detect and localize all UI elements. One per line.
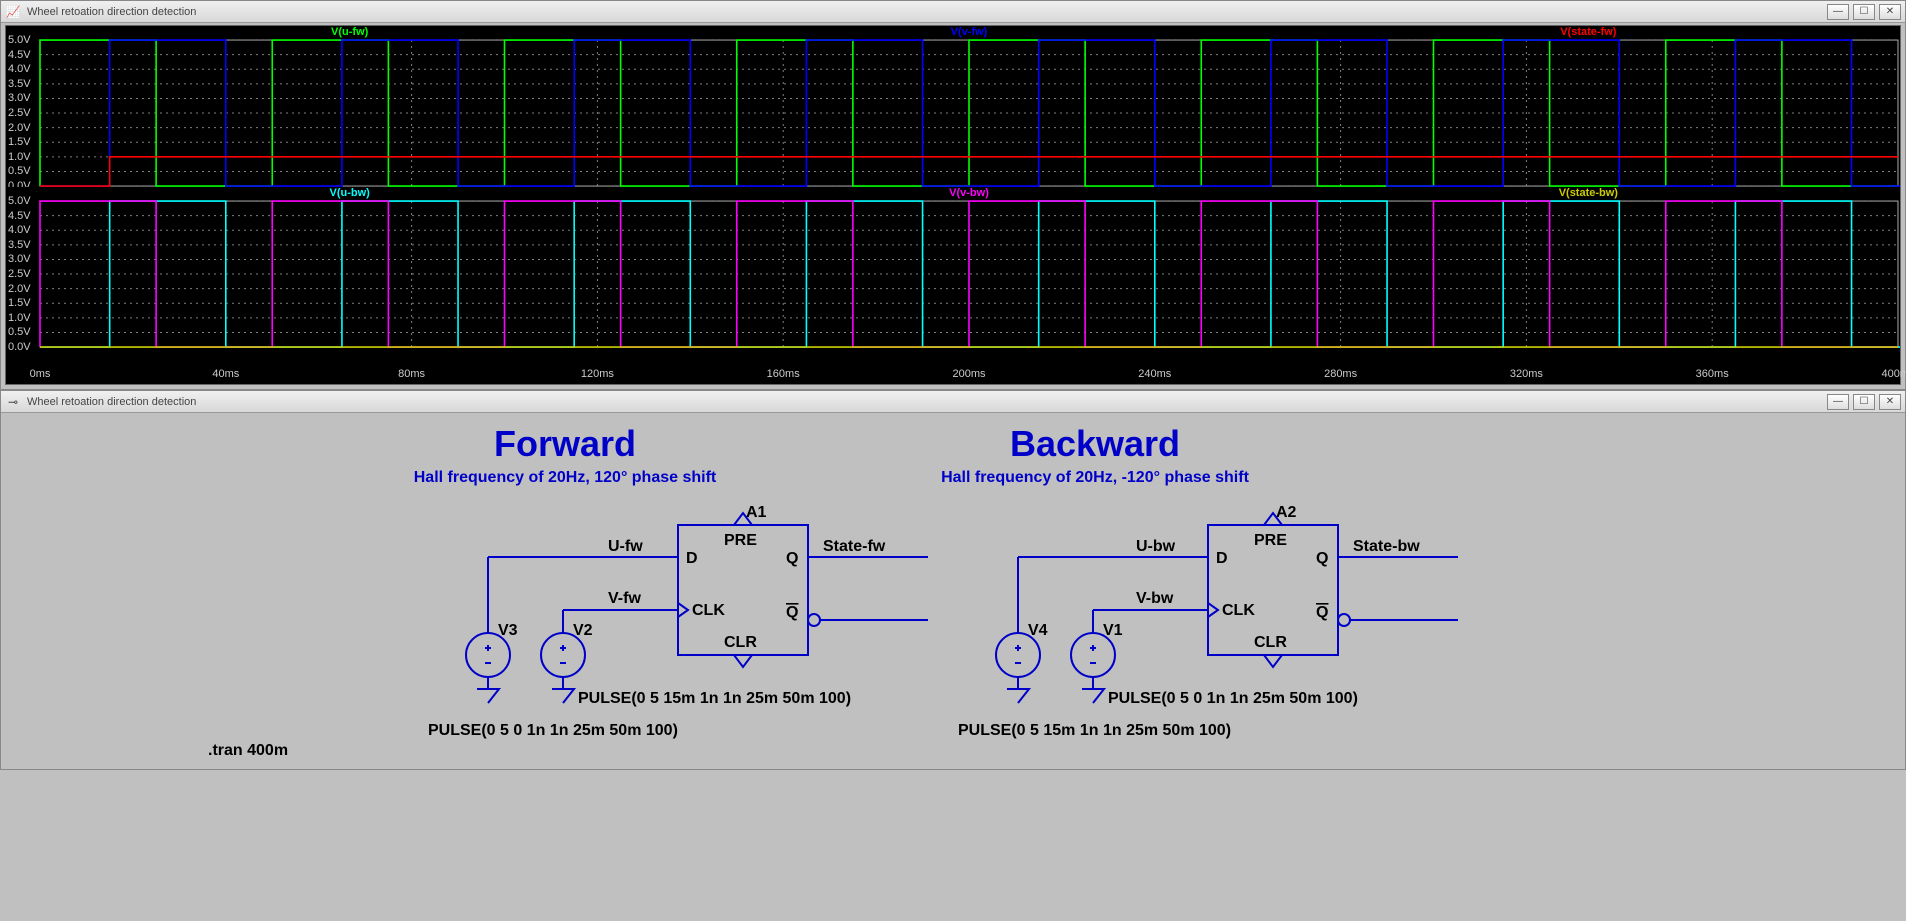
backward-subheading: Hall frequency of 20Hz, -120° phase shif… bbox=[941, 469, 1249, 487]
y-tick-label: 4.0V bbox=[8, 224, 31, 236]
x-tick-label: 160ms bbox=[767, 368, 800, 380]
pin-clr-fw: CLR bbox=[724, 634, 757, 651]
net-v-bw: V-bw bbox=[1136, 590, 1174, 607]
ref-v2: V2 bbox=[573, 622, 593, 639]
pin-clr-bw: CLR bbox=[1254, 634, 1287, 651]
ref-v1: V1 bbox=[1103, 622, 1123, 639]
plot-pane-forward[interactable]: 0.0V0.5V1.0V1.5V2.0V2.5V3.0V3.5V4.0V4.5V… bbox=[6, 26, 1900, 187]
pin-clk-fw: CLK bbox=[692, 602, 725, 619]
trace-label[interactable]: V(u-bw) bbox=[329, 187, 369, 199]
x-tick-label: 120ms bbox=[581, 368, 614, 380]
ref-v4: V4 bbox=[1028, 622, 1048, 639]
pin-d-bw: D bbox=[1216, 550, 1228, 567]
y-tick-label: 4.0V bbox=[8, 63, 31, 75]
pulse-v1: PULSE(0 5 0 1n 1n 25m 50m 100) bbox=[1108, 690, 1358, 707]
y-tick-label: 4.5V bbox=[8, 49, 31, 61]
pulse-v3: PULSE(0 5 0 1n 1n 25m 50m 100) bbox=[428, 722, 678, 739]
net-state-bw: State-bw bbox=[1353, 538, 1420, 555]
pin-pre-bw: PRE bbox=[1254, 532, 1287, 549]
forward-subheading: Hall frequency of 20Hz, 120° phase shift bbox=[414, 469, 717, 487]
waveform-window: 📈 Wheel retoation direction detection — … bbox=[0, 0, 1906, 390]
y-tick-label: 4.5V bbox=[8, 210, 31, 222]
x-tick-label: 200ms bbox=[952, 368, 985, 380]
schematic-area[interactable]: Forward Hall frequency of 20Hz, 120° pha… bbox=[5, 415, 1901, 765]
x-tick-label: 280ms bbox=[1324, 368, 1357, 380]
trace-label[interactable]: V(v-bw) bbox=[949, 187, 989, 199]
y-tick-label: 3.0V bbox=[8, 253, 31, 265]
pulse-v4: PULSE(0 5 15m 1n 1n 25m 50m 100) bbox=[958, 722, 1231, 739]
minimize-button[interactable]: — bbox=[1827, 394, 1849, 410]
x-axis[interactable]: 0ms 40ms 80ms 120ms 160ms 200ms 240ms 280ms 320m… bbox=[6, 366, 1900, 384]
waveform-title: Wheel retoation direction detection bbox=[27, 6, 1827, 18]
x-tick-label: 320ms bbox=[1510, 368, 1543, 380]
pin-qn-fw: Q bbox=[786, 604, 798, 621]
y-tick-label: 1.5V bbox=[8, 297, 31, 309]
pulse-v2: PULSE(0 5 15m 1n 1n 25m 50m 100) bbox=[578, 690, 851, 707]
plot-area[interactable]: 0.0V 0.5V 1.0V 1.5V 2.0V 2.5V 3.0V 3.5V 4.0V 4.5V… bbox=[5, 25, 1901, 385]
pin-qn-bw: Q bbox=[1316, 604, 1328, 621]
ltspice-wave-icon: 📈 bbox=[5, 4, 21, 20]
trace-label[interactable]: V(state-fw) bbox=[1560, 26, 1616, 38]
backward-heading: Backward bbox=[1010, 423, 1180, 465]
ref-v3: V3 bbox=[498, 622, 518, 639]
forward-heading: Forward bbox=[494, 423, 636, 465]
pin-clk-bw: CLK bbox=[1222, 602, 1255, 619]
schematic-titlebar[interactable]: ⊸ Wheel retoation direction detection — … bbox=[1, 391, 1905, 413]
y-tick-label: 1.5V bbox=[8, 136, 31, 148]
schematic-svg: A1 PRE D CLK CLR Q Q U-fw V-fw State-fw bbox=[5, 415, 1901, 765]
y-tick-label: 2.5V bbox=[8, 107, 31, 119]
x-tick-label: 0ms bbox=[30, 368, 51, 380]
pin-d-fw: D bbox=[686, 550, 698, 567]
y-tick-label: 0.5V bbox=[8, 165, 31, 177]
ref-A2: A2 bbox=[1276, 504, 1297, 521]
plot-pane-backward[interactable]: 0.0V0.5V1.0V1.5V2.0V2.5V3.0V3.5V4.0V4.5V… bbox=[6, 187, 1900, 348]
net-u-fw: U-fw bbox=[608, 538, 643, 555]
y-tick-label: 1.0V bbox=[8, 151, 31, 163]
trace-label[interactable]: V(v-fw) bbox=[951, 26, 988, 38]
y-tick-label: 2.0V bbox=[8, 283, 31, 295]
y-tick-label: 0.5V bbox=[8, 326, 31, 338]
y-tick-label: 3.5V bbox=[8, 78, 31, 90]
y-tick-label: 5.0V bbox=[8, 34, 31, 46]
y-tick-label: 0.0V bbox=[8, 341, 31, 353]
net-state-fw: State-fw bbox=[823, 538, 886, 555]
minimize-button[interactable]: — bbox=[1827, 4, 1849, 20]
y-tick-label: 5.0V bbox=[8, 195, 31, 207]
x-tick-label: 80ms bbox=[398, 368, 425, 380]
trace-label[interactable]: V(u-fw) bbox=[331, 26, 368, 38]
trace-label[interactable]: V(state-bw) bbox=[1559, 187, 1618, 199]
ltspice-schem-icon: ⊸ bbox=[5, 394, 21, 410]
x-tick-label: 400ms bbox=[1881, 368, 1906, 380]
pin-pre-fw: PRE bbox=[724, 532, 757, 549]
waveform-titlebar[interactable]: 📈 Wheel retoation direction detection — … bbox=[1, 1, 1905, 23]
x-tick-label: 240ms bbox=[1138, 368, 1171, 380]
close-button[interactable]: ✕ bbox=[1879, 4, 1901, 20]
pin-q-bw: Q bbox=[1316, 550, 1328, 567]
y-tick-label: 3.5V bbox=[8, 239, 31, 251]
tran-directive: .tran 400m bbox=[208, 742, 288, 759]
net-v-fw: V-fw bbox=[608, 590, 641, 607]
maximize-button[interactable]: ☐ bbox=[1853, 4, 1875, 20]
maximize-button[interactable]: ☐ bbox=[1853, 394, 1875, 410]
net-u-bw: U-bw bbox=[1136, 538, 1176, 555]
y-tick-label: 3.0V bbox=[8, 92, 31, 104]
schematic-title: Wheel retoation direction detection bbox=[27, 396, 1827, 408]
x-tick-label: 40ms bbox=[212, 368, 239, 380]
pin-q-fw: Q bbox=[786, 550, 798, 567]
schematic-window: ⊸ Wheel retoation direction detection — … bbox=[0, 390, 1906, 770]
ref-A1: A1 bbox=[746, 504, 767, 521]
close-button[interactable]: ✕ bbox=[1879, 394, 1901, 410]
y-tick-label: 1.0V bbox=[8, 312, 31, 324]
y-tick-label: 2.0V bbox=[8, 122, 31, 134]
y-tick-label: 2.5V bbox=[8, 268, 31, 280]
x-tick-label: 360ms bbox=[1696, 368, 1729, 380]
